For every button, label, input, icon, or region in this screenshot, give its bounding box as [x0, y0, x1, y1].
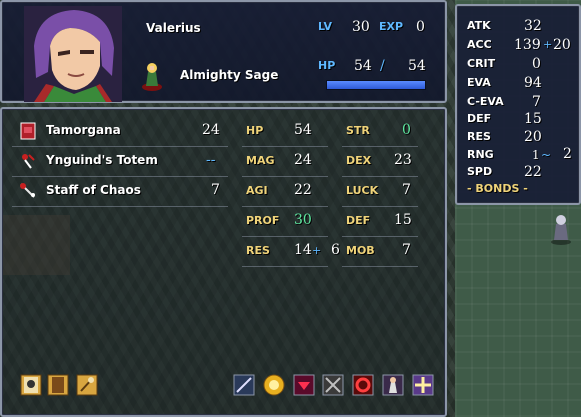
stat-res-value: 14	[294, 242, 312, 258]
stat-divider	[242, 206, 328, 207]
combat-rng-min: 1	[532, 148, 540, 162]
stat-res-label: RES	[246, 244, 270, 257]
item-name-2[interactable]: Ynguind's Totem	[46, 153, 158, 167]
combat-def-value: 15	[524, 111, 542, 127]
exp-label: EXP	[379, 20, 404, 33]
hp-max: 54	[408, 58, 426, 74]
item-name-1[interactable]: Tamorgana	[46, 123, 121, 137]
item-uses-2: --	[206, 152, 216, 168]
unit-header-panel: Valerius Almighty Sage LV 30 EXP 0 HP 54…	[0, 0, 447, 103]
stat-divider	[242, 146, 328, 147]
stat-divider	[242, 176, 328, 177]
unit-portrait	[24, 6, 122, 102]
stat-res-plus: +	[312, 244, 322, 257]
combat-acc-plus: +	[543, 38, 553, 51]
stat-mob-label: MOB	[346, 244, 375, 257]
gold-emblem-icon[interactable]	[263, 374, 285, 396]
combat-rng-label: RNG	[467, 148, 494, 161]
level-value: 30	[352, 19, 370, 35]
stat-divider	[242, 266, 328, 267]
combat-acc-value: 139	[514, 37, 541, 53]
item-name-3[interactable]: Staff of Chaos	[46, 183, 141, 197]
exp-value: 0	[416, 19, 425, 35]
staff-icon	[20, 183, 35, 198]
demon-face-icon[interactable]	[293, 374, 315, 396]
item-uses-3: 7	[211, 182, 220, 198]
stat-str-value: 0	[402, 122, 411, 138]
staff-rank-icon[interactable]	[76, 374, 98, 396]
stat-mag-value: 24	[294, 152, 312, 168]
hp-label: HP	[318, 59, 336, 72]
combat-atk-value: 32	[524, 18, 542, 34]
tome-icon[interactable]	[47, 374, 69, 396]
combat-rng-tilde: ~	[541, 148, 552, 162]
stat-mob-value: 7	[402, 242, 411, 258]
hp-bar	[326, 80, 426, 90]
stat-luck-value: 7	[402, 182, 411, 198]
holy-cross-icon[interactable]	[412, 374, 434, 396]
item-divider	[12, 146, 228, 147]
class-sprite-icon	[142, 63, 162, 91]
combat-def-label: DEF	[467, 112, 492, 125]
combat-ceva-value: 7	[532, 94, 541, 110]
stat-dex-label: DEX	[346, 154, 372, 167]
staff-skill-icon[interactable]	[233, 374, 255, 396]
stat-str-label: STR	[346, 124, 370, 137]
combat-spd-value: 22	[524, 164, 542, 180]
combat-atk-label: ATK	[467, 19, 491, 32]
stat-divider	[342, 266, 418, 267]
stat-hp-value: 54	[294, 122, 312, 138]
combat-spd-label: SPD	[467, 165, 493, 178]
combat-crit-label: CRIT	[467, 57, 496, 70]
stat-mag-label: MAG	[246, 154, 275, 167]
stat-divider	[242, 236, 328, 237]
red-ring-icon[interactable]	[352, 374, 374, 396]
crossed-swords-icon[interactable]	[322, 374, 344, 396]
skull-book-icon[interactable]	[20, 374, 42, 396]
stat-dex-value: 23	[394, 152, 412, 168]
stat-divider	[342, 236, 418, 237]
stat-def-value: 15	[394, 212, 412, 228]
unit-name: Valerius	[146, 21, 201, 35]
hp-current: 54	[354, 58, 372, 74]
combat-rng-max: 2	[563, 146, 572, 162]
bonds-header: - BONDS -	[467, 182, 528, 195]
stat-divider	[342, 146, 418, 147]
stat-prof-value: 30	[294, 212, 312, 228]
item-divider	[12, 176, 228, 177]
combat-eva-label: EVA	[467, 76, 491, 89]
robed-figure-icon[interactable]	[382, 374, 404, 396]
stat-agi-label: AGI	[246, 184, 268, 197]
item-uses-1: 24	[202, 122, 220, 138]
hp-bar-fill	[327, 81, 425, 89]
combat-ceva-label: C-EVA	[467, 95, 504, 108]
stat-divider	[342, 176, 418, 177]
combat-res-label: RES	[467, 130, 491, 143]
unit-class: Almighty Sage	[180, 68, 279, 82]
stat-res-bonus: 6	[331, 242, 340, 258]
combat-crit-value: 0	[532, 56, 541, 72]
item-divider	[12, 206, 228, 207]
stat-def-label: DEF	[346, 214, 371, 227]
combat-acc-bonus: 20	[553, 37, 571, 53]
level-label: LV	[318, 20, 333, 33]
hp-separator: /	[380, 58, 385, 74]
combat-acc-label: ACC	[467, 38, 492, 51]
stat-prof-label: PROF	[246, 214, 280, 227]
stat-agi-value: 22	[294, 182, 312, 198]
map-unit-sprite	[551, 215, 571, 245]
stat-divider	[342, 206, 418, 207]
stat-hp-label: HP	[246, 124, 264, 137]
red-tome-icon	[20, 122, 36, 140]
combat-res-value: 20	[524, 129, 542, 145]
totem-icon	[22, 154, 35, 169]
combat-eva-value: 94	[524, 75, 542, 91]
stat-luck-label: LUCK	[346, 184, 379, 197]
